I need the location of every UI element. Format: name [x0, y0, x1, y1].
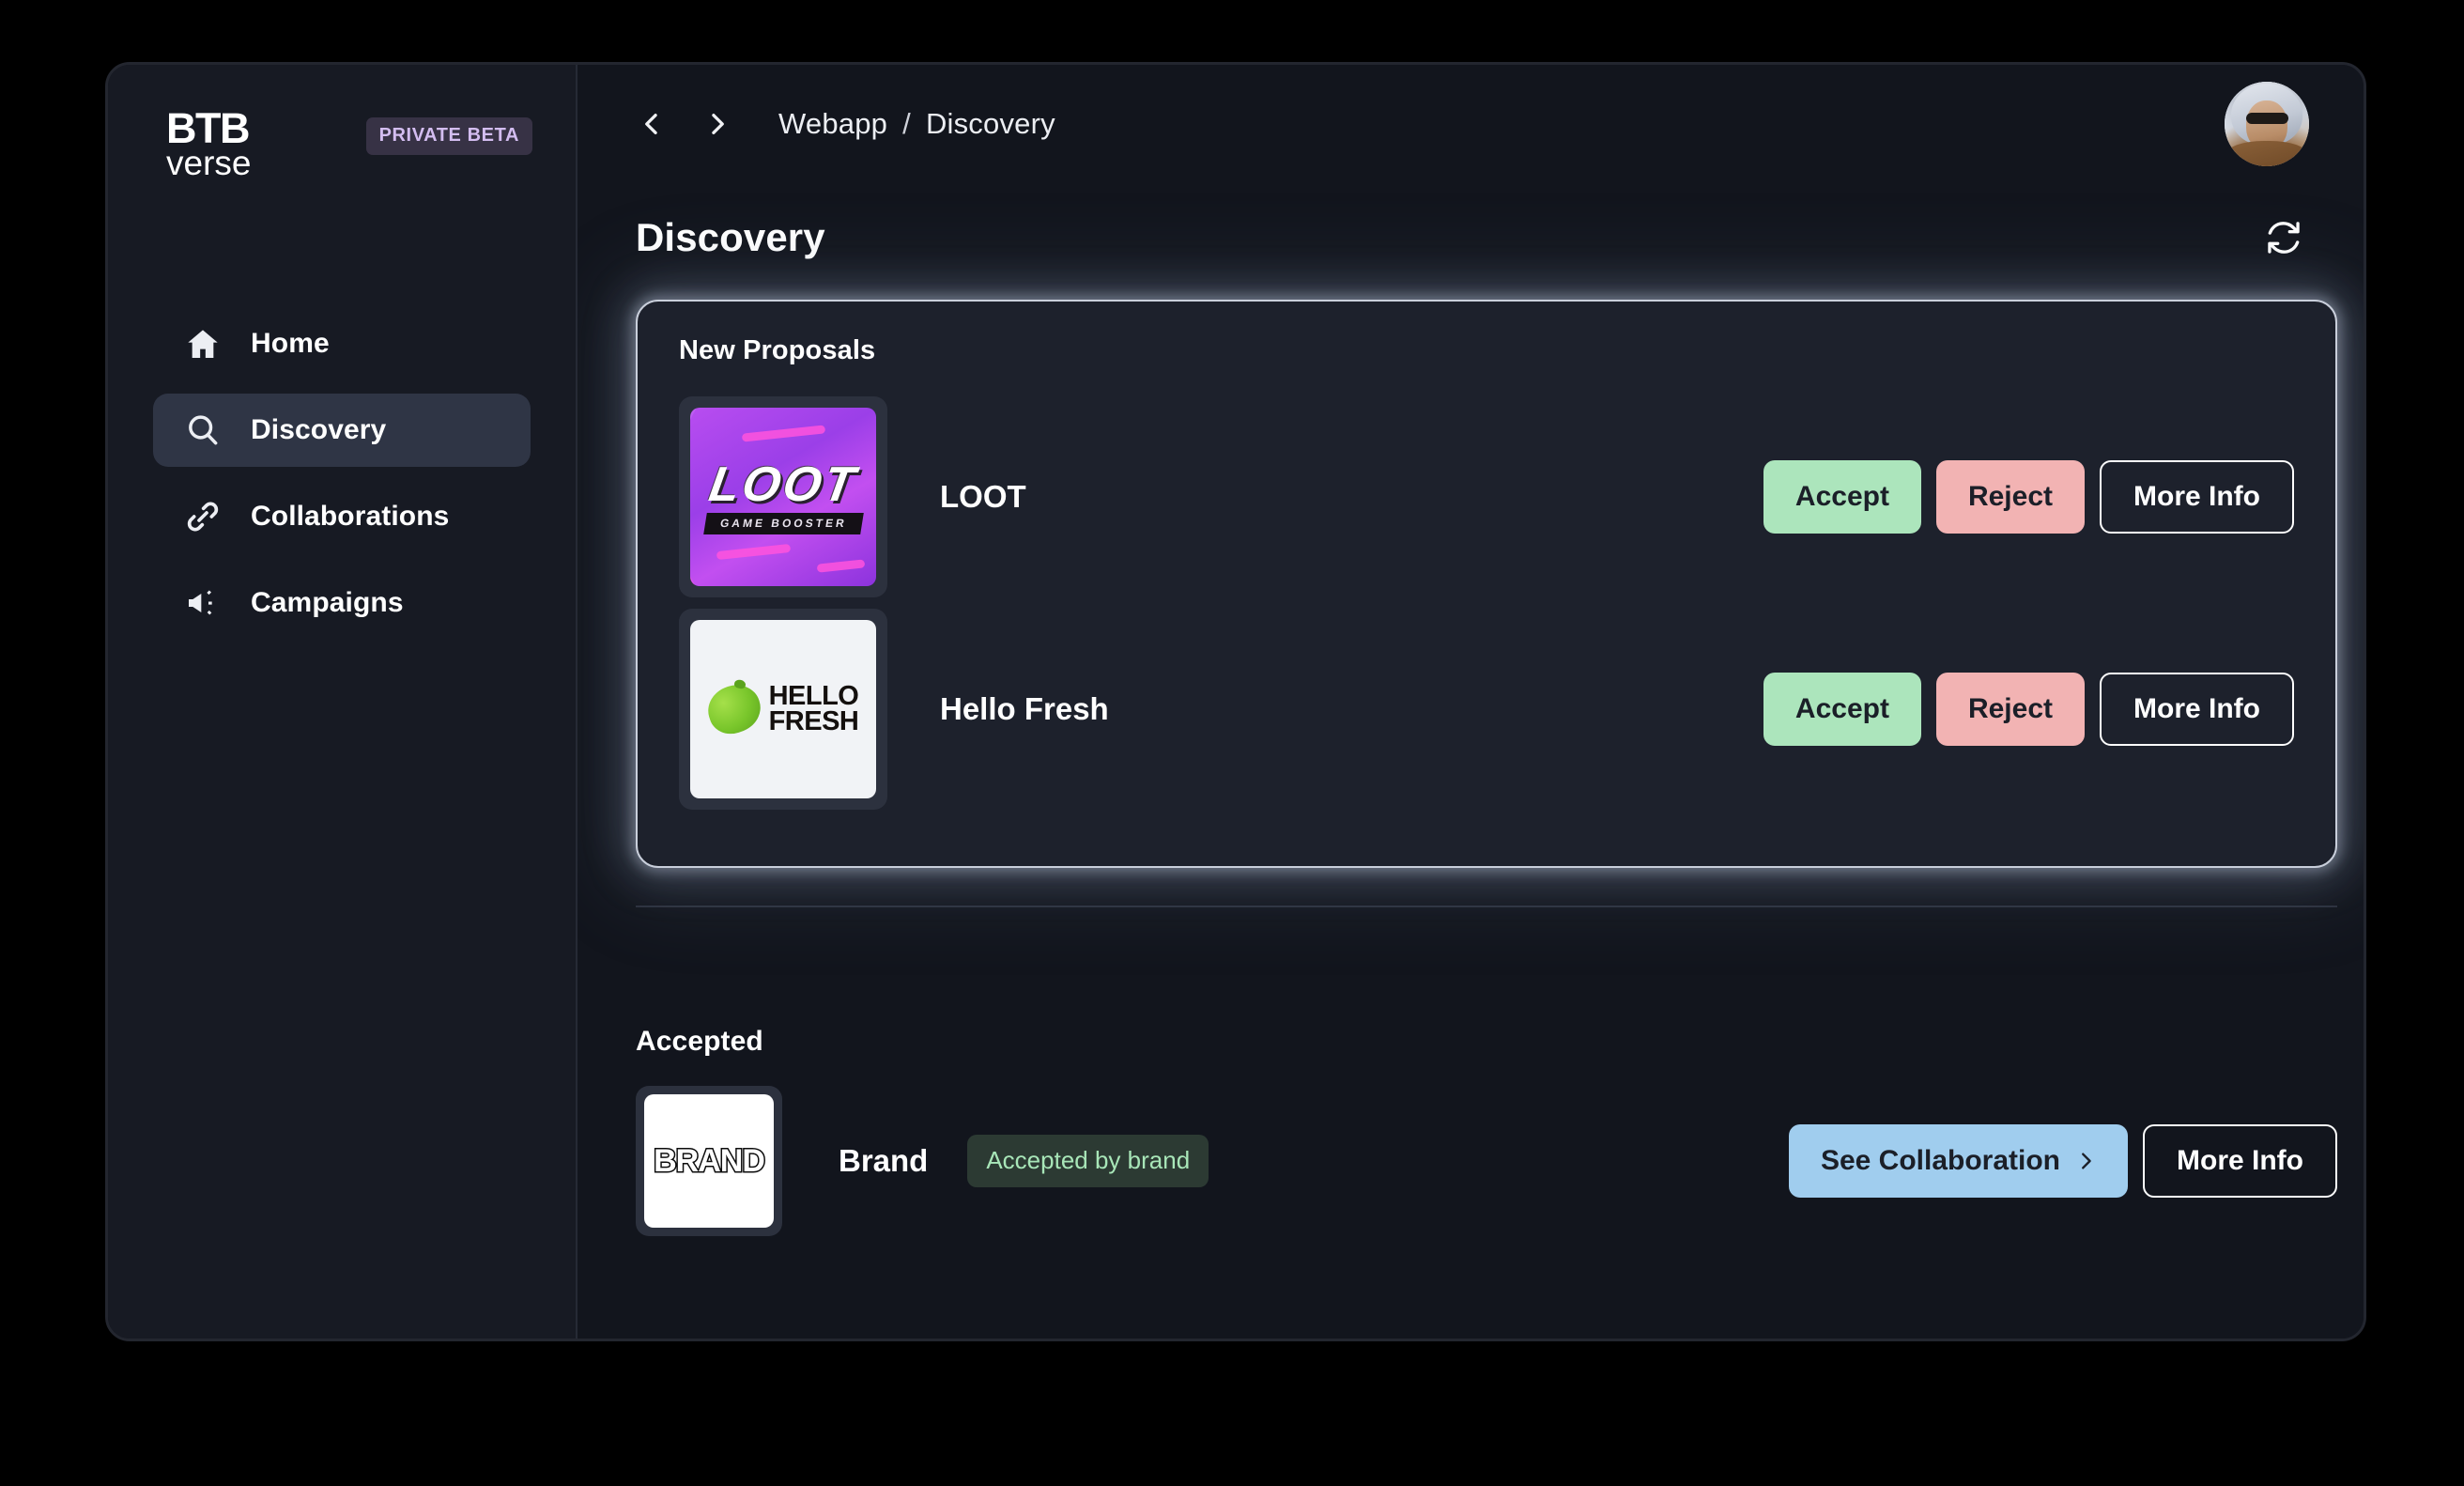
hellofresh-line2: FRESH	[768, 706, 859, 736]
accept-button[interactable]: Accept	[1763, 460, 1921, 534]
new-proposals-card: New Proposals LOOT GAME BOOSTER LOOT Acc…	[636, 300, 2337, 868]
status-badge: Accepted by brand	[967, 1135, 1209, 1187]
proposal-name: Hello Fresh	[940, 691, 1109, 726]
chevron-right-icon	[2075, 1148, 2096, 1174]
table-row: HELLO FRESH Hello Fresh Accept Reject Mo…	[679, 603, 2294, 815]
table-row: LOOT GAME BOOSTER LOOT Accept Reject Mor…	[679, 391, 2294, 603]
row-actions: Accept Reject More Info	[1763, 460, 2294, 534]
proposal-logo-tile: HELLO FRESH	[679, 609, 887, 810]
brand-logo: BRAND	[644, 1094, 774, 1228]
hellofresh-logo: HELLO FRESH	[690, 620, 876, 798]
chevron-right-icon[interactable]	[701, 103, 733, 145]
row-actions: See Collaboration More Info	[1788, 1124, 2337, 1198]
more-info-button[interactable]: More Info	[2100, 673, 2294, 746]
history-nav	[636, 103, 733, 145]
lime-icon	[701, 678, 766, 740]
sidebar-item-label: Campaigns	[251, 587, 404, 618]
more-info-button[interactable]: More Info	[2100, 460, 2294, 534]
breadcrumb-root[interactable]: Webapp	[778, 107, 887, 141]
sidebar-item-campaigns[interactable]: Campaigns	[153, 566, 531, 640]
accepted-section: Accepted BRAND Brand Accepted by brand S…	[578, 907, 2364, 1236]
section-title: Accepted	[636, 1026, 763, 1057]
top-bar: Webapp / Discovery	[578, 65, 2364, 183]
page-header: Discovery	[578, 183, 2364, 281]
link-icon	[183, 497, 223, 536]
brand-wordmark: BRAND	[653, 1141, 767, 1180]
breadcrumb: Webapp / Discovery	[778, 107, 1055, 141]
reject-button[interactable]: Reject	[1935, 673, 2085, 746]
loot-logo: LOOT GAME BOOSTER	[690, 408, 876, 586]
loot-streak	[716, 543, 792, 560]
card-title: New Proposals	[679, 335, 876, 365]
logo-bottom-text: verse	[166, 143, 252, 182]
hellofresh-line1: HELLO	[768, 681, 859, 712]
breadcrumb-separator: /	[902, 107, 911, 140]
hellofresh-wordmark: HELLO FRESH	[768, 681, 859, 736]
proposals-area: New Proposals LOOT GAME BOOSTER LOOT Acc…	[578, 281, 2364, 868]
sidebar-item-home[interactable]: Home	[153, 307, 531, 380]
breadcrumb-current[interactable]: Discovery	[926, 107, 1055, 141]
sidebar-item-label: Collaborations	[251, 501, 450, 532]
proposal-logo-tile: LOOT GAME BOOSTER	[679, 396, 887, 597]
megaphone-icon	[183, 583, 223, 623]
page-title: Discovery	[636, 215, 825, 259]
app-window: BTB verse PRIVATE BETA Home Discovery Co…	[105, 62, 2366, 1341]
avatar[interactable]	[2225, 82, 2309, 166]
more-info-button[interactable]: More Info	[2143, 1124, 2337, 1198]
loot-streak	[816, 559, 866, 573]
brand-row: BTB verse PRIVATE BETA	[108, 104, 576, 213]
avatar-image	[2225, 82, 2309, 166]
table-row: BRAND Brand Accepted by brand See Collab…	[636, 1086, 2337, 1236]
main-content: Webapp / Discovery Discovery New Proposa…	[578, 65, 2364, 1339]
loot-tagline: GAME BOOSTER	[702, 512, 864, 534]
reject-button[interactable]: Reject	[1935, 460, 2085, 534]
logo-top-text: BTB	[166, 104, 250, 152]
sidebar-item-discovery[interactable]: Discovery	[153, 394, 531, 467]
accept-button[interactable]: Accept	[1763, 673, 1921, 746]
sidebar-item-label: Home	[251, 328, 330, 359]
see-collaboration-button[interactable]: See Collaboration	[1788, 1124, 2128, 1198]
loot-wordmark: LOOT	[705, 457, 861, 512]
refresh-icon[interactable]	[2262, 216, 2305, 259]
avatar-sunglasses	[2245, 113, 2288, 124]
accepted-logo-tile: BRAND	[636, 1086, 782, 1236]
sidebar-item-collaborations[interactable]: Collaborations	[153, 480, 531, 553]
search-icon	[183, 410, 223, 450]
sidebar-item-label: Discovery	[251, 414, 387, 445]
avatar-jacket	[2225, 141, 2308, 166]
proposal-name: LOOT	[940, 479, 1026, 514]
loot-streak	[742, 425, 826, 442]
private-beta-badge: PRIVATE BETA	[365, 117, 532, 155]
home-icon	[183, 324, 223, 364]
chevron-left-icon[interactable]	[636, 103, 668, 145]
sidebar-nav: Home Discovery Collaborations Campaigns	[108, 307, 576, 640]
app-logo[interactable]: BTB verse	[166, 104, 252, 182]
accepted-name: Brand	[839, 1143, 929, 1178]
see-collaboration-label: See Collaboration	[1820, 1145, 2060, 1176]
sidebar: BTB verse PRIVATE BETA Home Discovery Co…	[108, 65, 578, 1339]
row-actions: Accept Reject More Info	[1763, 673, 2294, 746]
